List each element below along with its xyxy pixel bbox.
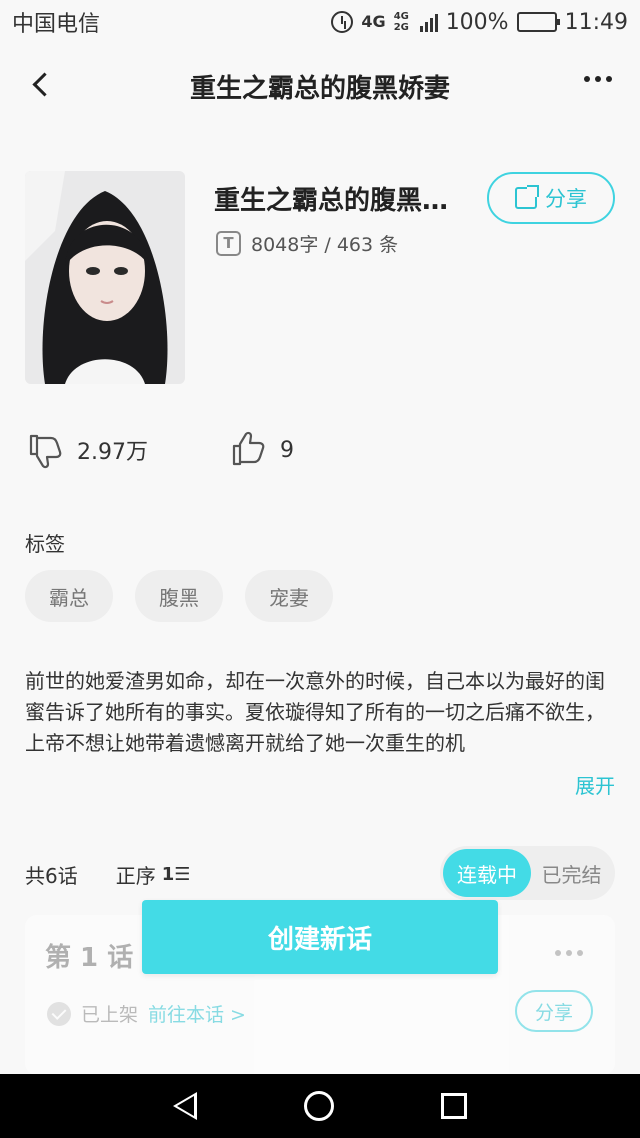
cover-portrait-illustration	[25, 171, 185, 384]
thumbs-down-icon	[29, 434, 62, 469]
battery-icon	[516, 12, 560, 32]
tags-heading: 标签	[25, 532, 65, 556]
system-navigation-bar	[0, 1074, 640, 1138]
create-chapter-button[interactable]: 创建新话	[142, 900, 498, 974]
tag-item[interactable]: 腹黑	[135, 570, 223, 622]
tag-list: 霸总 腹黑 宠妻	[25, 570, 333, 622]
system-back-icon[interactable]	[173, 1092, 198, 1120]
share-button[interactable]: 分享	[487, 172, 615, 224]
tag-item[interactable]: 宠妻	[245, 570, 333, 622]
tag-item[interactable]: 霸总	[25, 570, 113, 622]
more-dots-icon[interactable]	[555, 950, 583, 956]
chapter-title: 第 1 话	[45, 943, 134, 973]
clock: 11:49	[564, 9, 628, 35]
sort-order-button[interactable]: 正序 1☰	[116, 860, 191, 889]
signal-icon	[419, 12, 438, 32]
back-button[interactable]	[30, 72, 52, 94]
book-cover-image[interactable]	[25, 171, 185, 384]
word-count: 8048字 / 463 条	[251, 234, 399, 256]
likes-stat[interactable]: 9	[228, 430, 294, 470]
book-meta: T 8048字 / 463 条	[216, 230, 398, 257]
go-to-chapter-link[interactable]: 前往本话 >	[148, 1000, 246, 1027]
book-description: 前世的她爱渣男如命，却在一次意外的时候，自己本以为最好的闺蜜告诉了她所有的事实。…	[25, 669, 605, 755]
chapter-share-button[interactable]: 分享	[515, 990, 593, 1032]
network-secondary: 4G 2G	[393, 11, 409, 33]
carrier-name: 中国电信	[12, 12, 101, 37]
sort-order-label: 正序	[115, 864, 156, 888]
system-home-icon[interactable]	[303, 1091, 334, 1121]
status-option-completed[interactable]: 已完结	[531, 859, 612, 888]
alarm-icon	[331, 11, 354, 33]
text-count-icon: T	[216, 231, 241, 256]
more-dots-icon[interactable]	[584, 76, 612, 82]
book-title: 重生之霸总的腹黑娇妻	[214, 186, 469, 216]
chapter-status-row: 已上架 前往本话 >	[47, 1000, 246, 1027]
likes-count: 9	[280, 437, 294, 463]
share-icon	[515, 185, 539, 209]
chapter-status: 已上架	[81, 1004, 139, 1026]
reads-stat[interactable]: 2.97万	[25, 430, 148, 470]
page-title: 重生之霸总的腹黑娇妻	[189, 73, 450, 104]
share-label: 分享	[545, 187, 587, 211]
battery-percent: 100%	[445, 9, 509, 35]
check-circle-icon	[47, 1001, 71, 1026]
chapter-toolbar: 共6话 正序 1☰	[25, 860, 190, 889]
serial-status-toggle[interactable]: 连载中 已完结	[440, 846, 615, 900]
network-type: 4G	[361, 12, 386, 31]
navigation-bar: 重生之霸总的腹黑娇妻	[0, 50, 640, 122]
chapter-count: 共6话	[25, 864, 78, 888]
status-option-ongoing[interactable]: 连载中	[443, 849, 531, 897]
system-recent-apps-icon[interactable]	[440, 1093, 467, 1119]
expand-link[interactable]: 展开	[575, 770, 615, 799]
sort-list-icon: 1☰	[161, 864, 191, 885]
status-bar: 中国电信 4G 4G 2G 100% 11:49	[0, 0, 640, 44]
reads-count: 2.97万	[77, 440, 148, 465]
stats-row: 2.97万 9	[25, 430, 294, 470]
thumbs-up-icon	[232, 431, 265, 466]
